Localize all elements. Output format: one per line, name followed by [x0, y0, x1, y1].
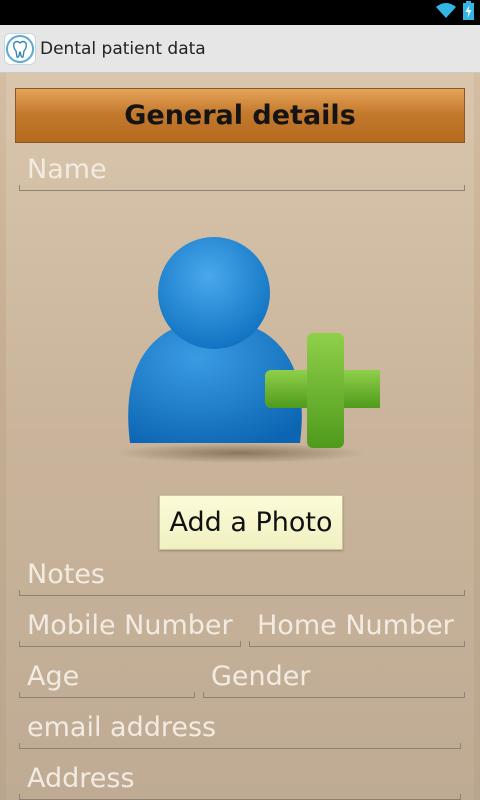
age-field[interactable]: Age — [19, 660, 195, 698]
name-field[interactable]: Name — [19, 153, 465, 191]
app-title: Dental patient data — [40, 39, 206, 59]
add-photo-button[interactable]: Add a Photo — [159, 495, 343, 550]
home-number-field[interactable]: Home Number — [249, 609, 465, 647]
add-photo-image[interactable] — [110, 213, 385, 468]
notes-field[interactable]: Notes — [19, 558, 465, 596]
mobile-number-field[interactable]: Mobile Number — [19, 609, 241, 647]
wifi-icon — [435, 2, 457, 23]
address-field[interactable]: Address — [19, 762, 461, 800]
action-bar: Dental patient data — [0, 25, 480, 73]
email-field[interactable]: email address — [19, 711, 461, 749]
gender-field[interactable]: Gender — [203, 660, 465, 698]
section-header: General details — [15, 88, 465, 143]
tooth-icon[interactable] — [4, 33, 36, 65]
form-panel[interactable]: General details Name Add a Photo Notes M… — [6, 73, 474, 800]
content-area: General details Name Add a Photo Notes M… — [0, 73, 480, 800]
battery-charging-icon — [463, 1, 474, 24]
status-icons — [435, 1, 474, 24]
status-bar — [0, 0, 480, 25]
